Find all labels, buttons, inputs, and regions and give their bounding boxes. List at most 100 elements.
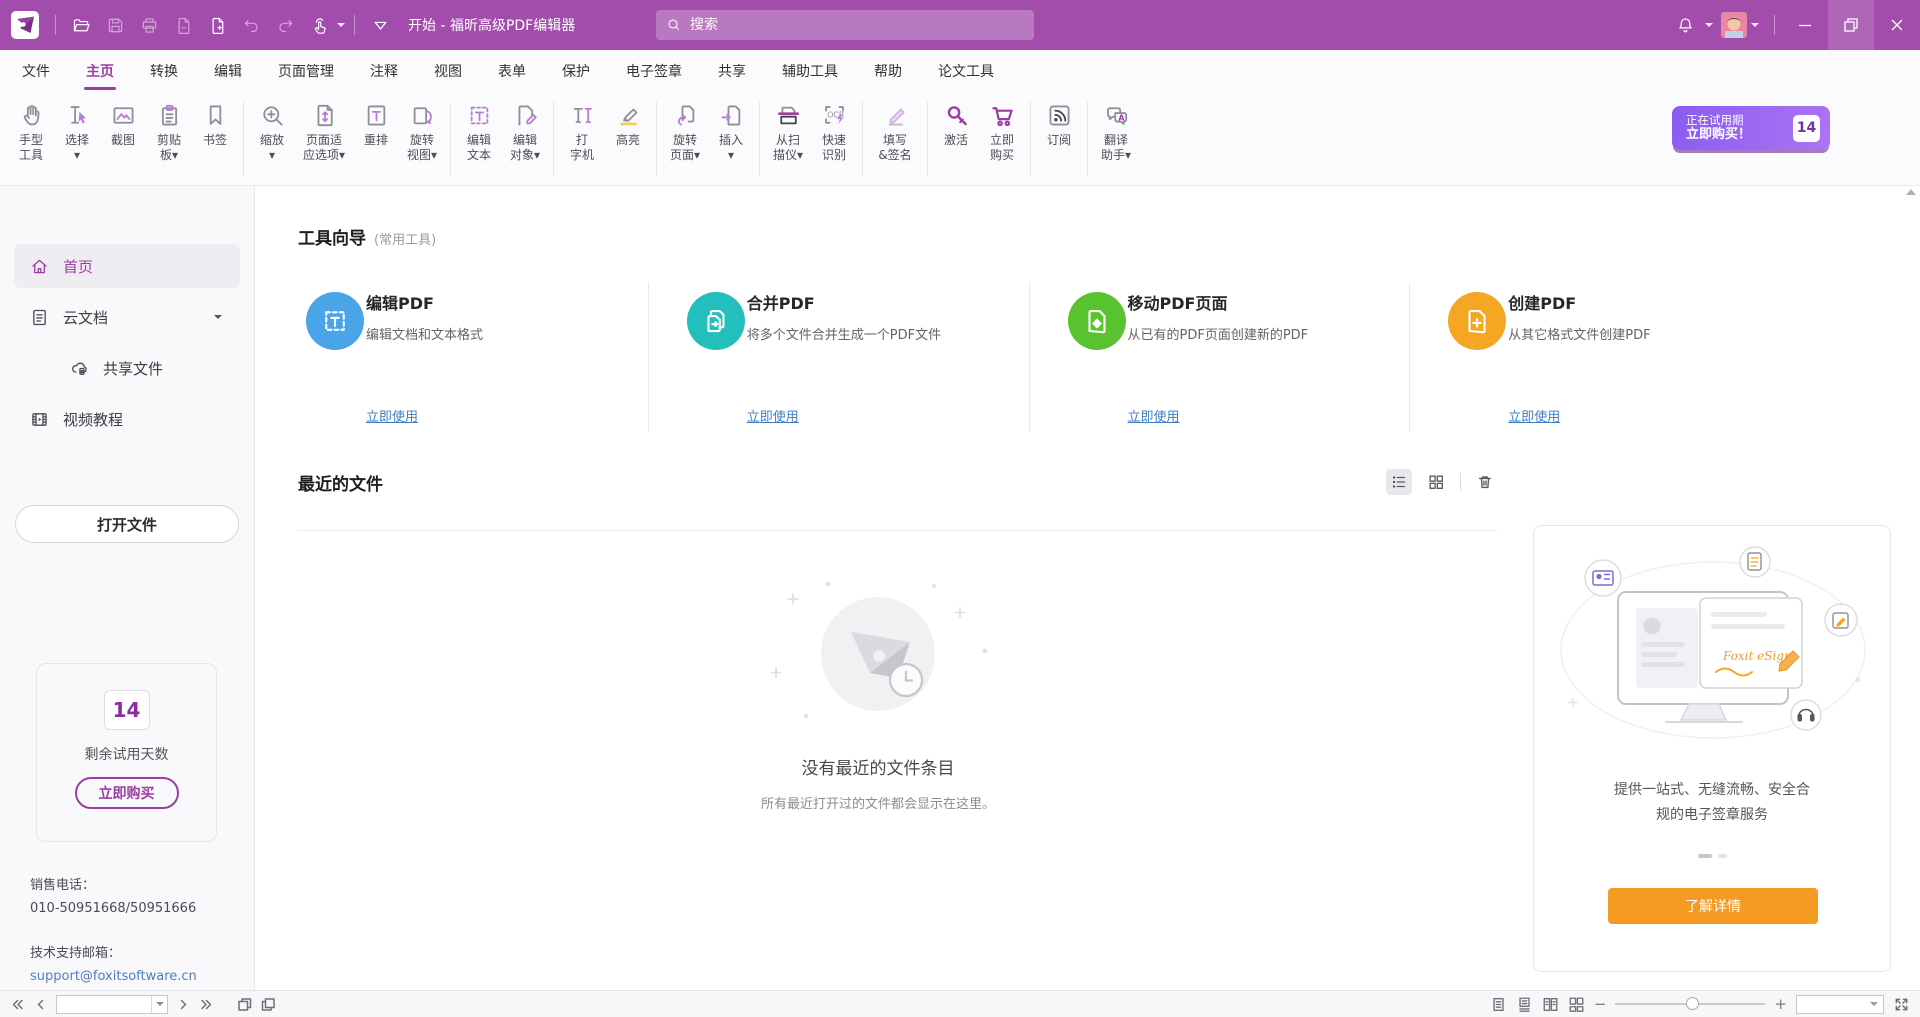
search-input[interactable] — [690, 17, 1010, 33]
from-scanner-button[interactable]: 从扫描仪▾ — [765, 99, 811, 163]
facing-view-icon[interactable] — [1542, 996, 1559, 1013]
snapshot-button[interactable]: 截图 — [100, 99, 146, 148]
tool-card-move-pdf-pages[interactable]: 移动PDF页面 从已有的PDF页面创建新的PDF 立即使用 — [1029, 282, 1410, 432]
insert-pages-button[interactable]: 插入▾ — [708, 99, 754, 163]
restore-button[interactable] — [1828, 0, 1874, 50]
touch-mode-icon[interactable] — [303, 8, 335, 42]
menu-tab-accessibility[interactable]: 辅助工具 — [782, 50, 838, 92]
menu-tab-home[interactable]: 主页 — [86, 50, 114, 92]
trial-badge[interactable]: 正在试用期 立即购买！ 14 — [1672, 106, 1830, 150]
menu-tab-file[interactable]: 文件 — [22, 50, 50, 92]
translate-assistant-button[interactable]: A 翻译助手▾ — [1093, 99, 1139, 163]
print-icon[interactable] — [133, 8, 165, 42]
menu-tab-esign[interactable]: 电子签章 — [626, 50, 682, 92]
touch-mode-dropdown-icon[interactable] — [337, 23, 345, 27]
page-number-box[interactable] — [56, 995, 168, 1014]
clipboard-button[interactable]: 剪贴板▾ — [146, 99, 192, 163]
menu-tab-help[interactable]: 帮助 — [874, 50, 902, 92]
zoom-slider[interactable] — [1615, 997, 1765, 1011]
learn-more-button[interactable]: 了解详情 — [1608, 888, 1818, 924]
add-page-icon[interactable] — [201, 8, 233, 42]
page-number-dropdown-icon[interactable] — [151, 996, 167, 1013]
facing-continuous-view-icon[interactable] — [1568, 996, 1585, 1013]
page-number-input[interactable] — [57, 997, 151, 1012]
sidebar-item-home[interactable]: 首页 — [14, 244, 240, 288]
next-view-icon[interactable] — [260, 996, 277, 1013]
next-page-icon[interactable] — [175, 996, 192, 1013]
carousel-dot-active[interactable] — [1698, 854, 1712, 858]
single-page-view-icon[interactable] — [1490, 996, 1507, 1013]
subscribe-button[interactable]: 订阅 — [1036, 99, 1082, 148]
last-page-icon[interactable] — [199, 996, 216, 1013]
redo-icon[interactable] — [269, 8, 301, 42]
use-now-link[interactable]: 立即使用 — [1128, 406, 1180, 425]
zoom-button[interactable]: 缩放▾ — [249, 99, 295, 163]
close-button[interactable] — [1874, 0, 1920, 50]
zoom-level-box[interactable] — [1796, 995, 1884, 1014]
buy-now-button[interactable]: 立即购买 — [979, 99, 1025, 163]
open-file-button[interactable]: 打开文件 — [15, 505, 239, 543]
zoom-level-input[interactable] — [1797, 997, 1870, 1012]
account-dropdown-icon[interactable] — [1751, 23, 1759, 27]
bookmark-button[interactable]: 书签 — [192, 99, 238, 148]
rotate-view-button[interactable]: 旋转视图▾ — [399, 99, 445, 163]
rotate-pages-button[interactable]: 旋转页面▾ — [662, 99, 708, 163]
menu-tab-protect[interactable]: 保护 — [562, 50, 590, 92]
minimize-button[interactable] — [1782, 0, 1828, 50]
avatar[interactable] — [1721, 12, 1747, 38]
use-now-link[interactable]: 立即使用 — [747, 406, 799, 425]
previous-view-icon[interactable] — [236, 996, 253, 1013]
carousel-dot[interactable] — [1718, 854, 1727, 858]
notifications-dropdown-icon[interactable] — [1705, 23, 1713, 27]
search-box[interactable] — [656, 10, 1034, 40]
tool-card-merge-pdf[interactable]: 合并PDF 将多个文件合并生成一个PDF文件 立即使用 — [648, 282, 1029, 432]
fit-page-options-button[interactable]: 页面适应选项▾ — [295, 99, 353, 163]
select-tool-button[interactable]: 选择▾ — [54, 99, 100, 163]
activate-button[interactable]: 激活 — [933, 99, 979, 148]
open-file-icon[interactable] — [65, 8, 97, 42]
typewriter-button[interactable]: 打字机 — [559, 99, 605, 163]
delete-page-icon[interactable] — [167, 8, 199, 42]
previous-page-icon[interactable] — [32, 996, 49, 1013]
use-now-link[interactable]: 立即使用 — [1508, 406, 1560, 425]
sidebar-item-video-tutorials[interactable]: 视频教程 — [14, 397, 240, 441]
reflow-button[interactable]: 重排 — [353, 99, 399, 148]
clear-recent-trash-icon[interactable] — [1472, 469, 1498, 495]
zoom-in-icon[interactable]: + — [1774, 997, 1787, 1012]
hand-tool-button[interactable]: 手型工具 — [8, 99, 54, 163]
menu-tab-share[interactable]: 共享 — [718, 50, 746, 92]
list-view-icon[interactable] — [1386, 469, 1412, 495]
tool-card-create-pdf[interactable]: 创建PDF 从其它格式文件创建PDF 立即使用 — [1409, 282, 1790, 432]
fullscreen-icon[interactable] — [1893, 996, 1910, 1013]
save-icon[interactable] — [99, 8, 131, 42]
menu-tab-convert[interactable]: 转换 — [150, 50, 178, 92]
sidebar-item-shared-files[interactable]: 共享文件 — [14, 346, 240, 390]
sidebar-item-cloud-docs[interactable]: 云文档 — [14, 295, 240, 339]
undo-icon[interactable] — [235, 8, 267, 42]
zoom-slider-thumb[interactable] — [1686, 997, 1699, 1010]
zoom-out-icon[interactable]: − — [1594, 997, 1607, 1012]
menu-tab-page-manage[interactable]: 页面管理 — [278, 50, 334, 92]
continuous-view-icon[interactable] — [1516, 996, 1533, 1013]
menu-tab-comment[interactable]: 注释 — [370, 50, 398, 92]
menu-tab-view[interactable]: 视图 — [434, 50, 462, 92]
menu-tab-edit[interactable]: 编辑 — [214, 50, 242, 92]
menu-tab-paper-tools[interactable]: 论文工具 — [938, 50, 994, 92]
zoom-level-dropdown-icon[interactable] — [1870, 1002, 1878, 1006]
fill-sign-button[interactable]: 填写&签名 — [868, 99, 922, 163]
highlight-button[interactable]: 高亮 — [605, 99, 651, 148]
menu-tab-form[interactable]: 表单 — [498, 50, 526, 92]
cloud-docs-expand-icon[interactable] — [214, 315, 222, 319]
support-email-link[interactable]: support@foxitsoftware.cn — [30, 965, 197, 988]
collapse-toolbar-icon[interactable] — [364, 8, 396, 42]
tool-card-edit-pdf[interactable]: 编辑PDF 编辑文档和文本格式 立即使用 — [298, 282, 648, 432]
use-now-link[interactable]: 立即使用 — [366, 406, 418, 425]
grid-view-icon[interactable] — [1423, 469, 1449, 495]
buy-now-pill-button[interactable]: 立即购买 — [75, 777, 179, 809]
first-page-icon[interactable] — [8, 996, 25, 1013]
edit-text-button[interactable]: 编辑文本 — [456, 99, 502, 163]
ocr-quick-recognize-button[interactable]: OCR 快速识别 — [811, 99, 857, 163]
scrollbar-up-arrow[interactable] — [1906, 189, 1916, 195]
edit-object-button[interactable]: 编辑对象▾ — [502, 99, 548, 163]
notifications-bell-icon[interactable] — [1669, 8, 1701, 42]
